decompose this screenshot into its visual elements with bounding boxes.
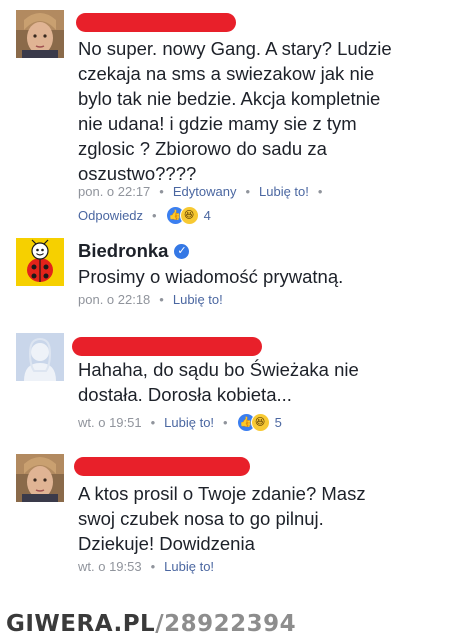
reply-button[interactable]: Odpowiedz bbox=[78, 208, 143, 223]
like-button[interactable]: Lubię to! bbox=[164, 415, 214, 430]
user-avatar[interactable] bbox=[16, 333, 64, 381]
page-avatar[interactable] bbox=[16, 238, 64, 286]
separator-dot: • bbox=[159, 292, 164, 307]
author-name[interactable]: Biedronka ✓ bbox=[78, 240, 190, 262]
separator-dot: • bbox=[245, 184, 251, 199]
comment-meta: wt. o 19:53 • Lubię to! bbox=[78, 559, 214, 574]
like-button[interactable]: Lubię to! bbox=[164, 559, 214, 574]
reaction-count: 5 bbox=[274, 415, 282, 430]
separator-dot: • bbox=[150, 559, 156, 574]
user-avatar[interactable] bbox=[16, 454, 64, 502]
comment-text: No super. nowy Gang. A stary? Ludzie cze… bbox=[78, 38, 392, 184]
haha-reaction-icon: 😆 bbox=[250, 413, 270, 432]
comment-text: A ktos prosil o Twoje zdanie? Masz swoj … bbox=[78, 483, 366, 554]
like-button[interactable]: Lubię to! bbox=[259, 184, 309, 199]
comment-meta: wt. o 19:51 • Lubię to! • 👍 😆 5 bbox=[78, 413, 282, 432]
user-avatar[interactable] bbox=[16, 10, 64, 58]
redacted-author-name bbox=[74, 457, 250, 476]
like-button[interactable]: Lubię to! bbox=[173, 292, 223, 307]
verified-badge-icon: ✓ bbox=[174, 243, 190, 259]
comment-text: Hahaha, do sądu bo Świeżaka nie dostała.… bbox=[78, 359, 359, 405]
separator-dot: • bbox=[223, 415, 228, 430]
separator-dot: • bbox=[317, 184, 323, 199]
edited-label[interactable]: Edytowany bbox=[173, 184, 237, 199]
comment-time[interactable]: wt. o 19:53 bbox=[78, 559, 142, 574]
watermark-id: /28922394 bbox=[155, 611, 297, 637]
reactions-summary[interactable]: 👍 😆 5 bbox=[236, 413, 282, 432]
comment-time[interactable]: wt. o 19:51 bbox=[78, 415, 142, 430]
reactions-summary[interactable]: 👍 😆 4 bbox=[165, 206, 211, 225]
author-name-text: Biedronka bbox=[78, 240, 169, 261]
reaction-count: 4 bbox=[203, 208, 211, 223]
site-watermark: GIWERA.PL/28922394 bbox=[6, 611, 296, 637]
watermark-site: GIWERA.PL bbox=[6, 611, 156, 637]
separator-dot: • bbox=[152, 208, 157, 223]
separator-dot: • bbox=[159, 184, 164, 199]
comment-meta: pon. o 22:17 • Edytowany • Lubię to! • bbox=[78, 184, 331, 199]
haha-reaction-icon: 😆 bbox=[179, 206, 199, 225]
comment-meta-row-2: Odpowiedz • 👍 😆 4 bbox=[78, 206, 211, 225]
comment-time[interactable]: pon. o 22:17 bbox=[78, 184, 150, 199]
redacted-author-name bbox=[76, 13, 236, 32]
separator-dot: • bbox=[150, 415, 156, 430]
comment-meta: pon. o 22:18 • Lubię to! bbox=[78, 292, 223, 307]
comment-text: Prosimy o wiadomość prywatną. bbox=[78, 266, 344, 287]
redacted-author-name bbox=[72, 337, 262, 356]
comment-time[interactable]: pon. o 22:18 bbox=[78, 292, 150, 307]
